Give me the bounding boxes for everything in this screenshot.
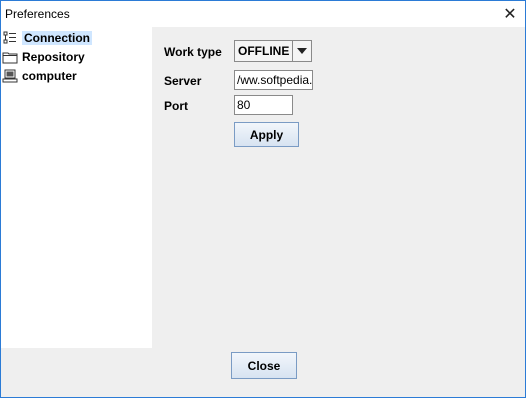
tree-item-label: Repository (22, 50, 85, 64)
tree-item-connection[interactable]: Connection (2, 29, 92, 47)
window-title: Preferences (5, 7, 70, 21)
tree-item-label: computer (22, 69, 77, 83)
tree-item-repository[interactable]: Repository (2, 48, 85, 66)
tree-item-computer[interactable]: computer (2, 67, 77, 85)
server-label: Server (164, 74, 202, 88)
tree-item-label: Connection (22, 31, 92, 45)
apply-button[interactable]: Apply (234, 122, 299, 147)
preferences-window: Preferences ✕ Connection Repository comp… (0, 0, 526, 398)
server-input[interactable]: /ww.softpedia. (234, 70, 313, 90)
title-bar: Preferences ✕ (1, 1, 525, 27)
list-icon (2, 30, 18, 46)
port-label: Port (164, 99, 188, 113)
work-type-label: Work type (164, 45, 222, 59)
close-button[interactable]: Close (231, 352, 297, 379)
port-input[interactable]: 80 (234, 95, 293, 115)
computer-icon (2, 68, 18, 84)
folder-icon (2, 49, 18, 65)
work-type-combo[interactable]: OFFLINE (234, 40, 312, 62)
window-close-icon[interactable]: ✕ (495, 1, 525, 27)
work-type-value: OFFLINE (238, 44, 290, 58)
category-tree: Connection Repository computer (1, 27, 152, 348)
chevron-down-icon[interactable] (292, 41, 311, 61)
